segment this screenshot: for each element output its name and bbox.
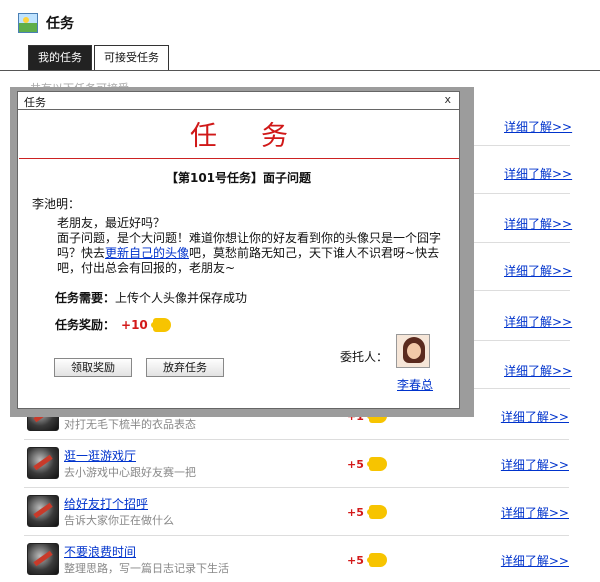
task-row: 逛一逛游戏厅 去小游戏中心跟好友赛一把 +5 详细了解>> <box>24 440 569 488</box>
coin-icon <box>366 553 387 567</box>
abandon-task-button[interactable]: 放弃任务 <box>146 358 224 377</box>
task-title-link[interactable]: 不要浪费时间 <box>64 543 136 560</box>
reward-value: +5 <box>347 457 364 471</box>
reward-label: 任务奖励： <box>55 318 116 332</box>
task-row: 不要浪费时间 整理思路，写一篇日志记录下生活 +5 详细了解>> <box>24 536 569 582</box>
detail-link[interactable]: 详细了解>> <box>501 456 569 473</box>
dialog-titlebar: 任务 x <box>18 92 459 110</box>
row-divider <box>462 193 570 194</box>
detail-link[interactable]: 详细了解>> <box>501 504 569 521</box>
task-reward: +5 <box>347 505 387 519</box>
task-description: 对打无毛下梳半的衣品表态 <box>64 418 196 431</box>
tab-available-tasks[interactable]: 可接受任务 <box>94 45 169 70</box>
dialog-banner: 任务 <box>19 115 459 159</box>
detail-link[interactable]: 详细了解>> <box>504 262 572 279</box>
avatar[interactable] <box>396 334 430 368</box>
detail-link[interactable]: 详细了解>> <box>504 313 572 330</box>
coin-icon <box>366 457 387 471</box>
row-divider <box>462 242 570 243</box>
detail-link[interactable]: 详细了解>> <box>501 552 569 569</box>
task-thumbnail <box>27 495 59 527</box>
delegator-name-link[interactable]: 李春总 <box>397 376 433 393</box>
close-icon[interactable]: x <box>444 93 451 106</box>
requirement-value: 上传个人头像并保存成功 <box>115 291 248 305</box>
banner-title: 任务 <box>190 121 332 152</box>
task-reward: +5 <box>347 457 387 471</box>
task-dialog: 任务 x 任务 【第101号任务】面子问题 李池明： 老朋友，最近好吗？ 面子问… <box>17 91 460 409</box>
recipient-name: 李池明： <box>32 197 81 211</box>
task-description: 去小游戏中心跟好友赛一把 <box>64 466 196 479</box>
delegator-label: 委托人： <box>340 350 389 364</box>
dialog-caption: 任务 <box>24 96 46 109</box>
detail-link[interactable]: 详细了解>> <box>504 362 572 379</box>
coin-icon <box>150 317 171 332</box>
task-description: 告诉大家你正在做什么 <box>64 514 174 527</box>
picture-icon <box>18 13 38 33</box>
message-body: 面子问题，是个大问题！难道你想让你的好友看到你的头像只是一个囧字吗？快去更新自己… <box>57 231 445 276</box>
detail-link[interactable]: 详细了解>> <box>504 165 572 182</box>
task-thumbnail <box>27 543 59 575</box>
task-title-link[interactable]: 给好友打个招呼 <box>64 495 148 512</box>
message-line: 老朋友，最近好吗？ <box>57 216 166 230</box>
task-name: 【第101号任务】面子问题 <box>165 171 312 185</box>
row-divider <box>462 340 570 341</box>
task-description: 整理思路，写一篇日志记录下生活 <box>64 562 229 575</box>
page-header: 任务 <box>18 11 74 35</box>
update-avatar-link[interactable]: 更新自己的头像 <box>105 246 189 260</box>
detail-link[interactable]: 详细了解>> <box>501 408 569 425</box>
row-divider <box>462 290 570 291</box>
task-reward-row: 任务奖励： +10 <box>55 316 171 333</box>
task-message: 老朋友，最近好吗？ 面子问题，是个大问题！难道你想让你的好友看到你的头像只是一个… <box>57 216 445 276</box>
tab-bar: 我的任务 可接受任务 <box>28 45 171 70</box>
requirement-label: 任务需要： <box>55 291 116 305</box>
row-divider <box>462 145 570 146</box>
detail-link[interactable]: 详细了解>> <box>504 215 572 232</box>
row-divider <box>462 388 570 389</box>
reward-value: +5 <box>347 553 364 567</box>
tab-my-tasks[interactable]: 我的任务 <box>28 45 92 70</box>
task-thumbnail <box>27 447 59 479</box>
page-title: 任务 <box>46 16 74 32</box>
task-title-link[interactable]: 逛一逛游戏厅 <box>64 447 136 464</box>
claim-reward-button[interactable]: 领取奖励 <box>54 358 132 377</box>
task-row: 给好友打个招呼 告诉大家你正在做什么 +5 详细了解>> <box>24 488 569 536</box>
coin-icon <box>366 505 387 519</box>
reward-value: +10 <box>121 317 148 332</box>
reward-value: +5 <box>347 505 364 519</box>
detail-link[interactable]: 详细了解>> <box>504 118 572 135</box>
task-requirement: 任务需要：上传个人头像并保存成功 <box>55 289 247 306</box>
task-reward: +5 <box>347 553 387 567</box>
tab-divider <box>0 70 600 71</box>
